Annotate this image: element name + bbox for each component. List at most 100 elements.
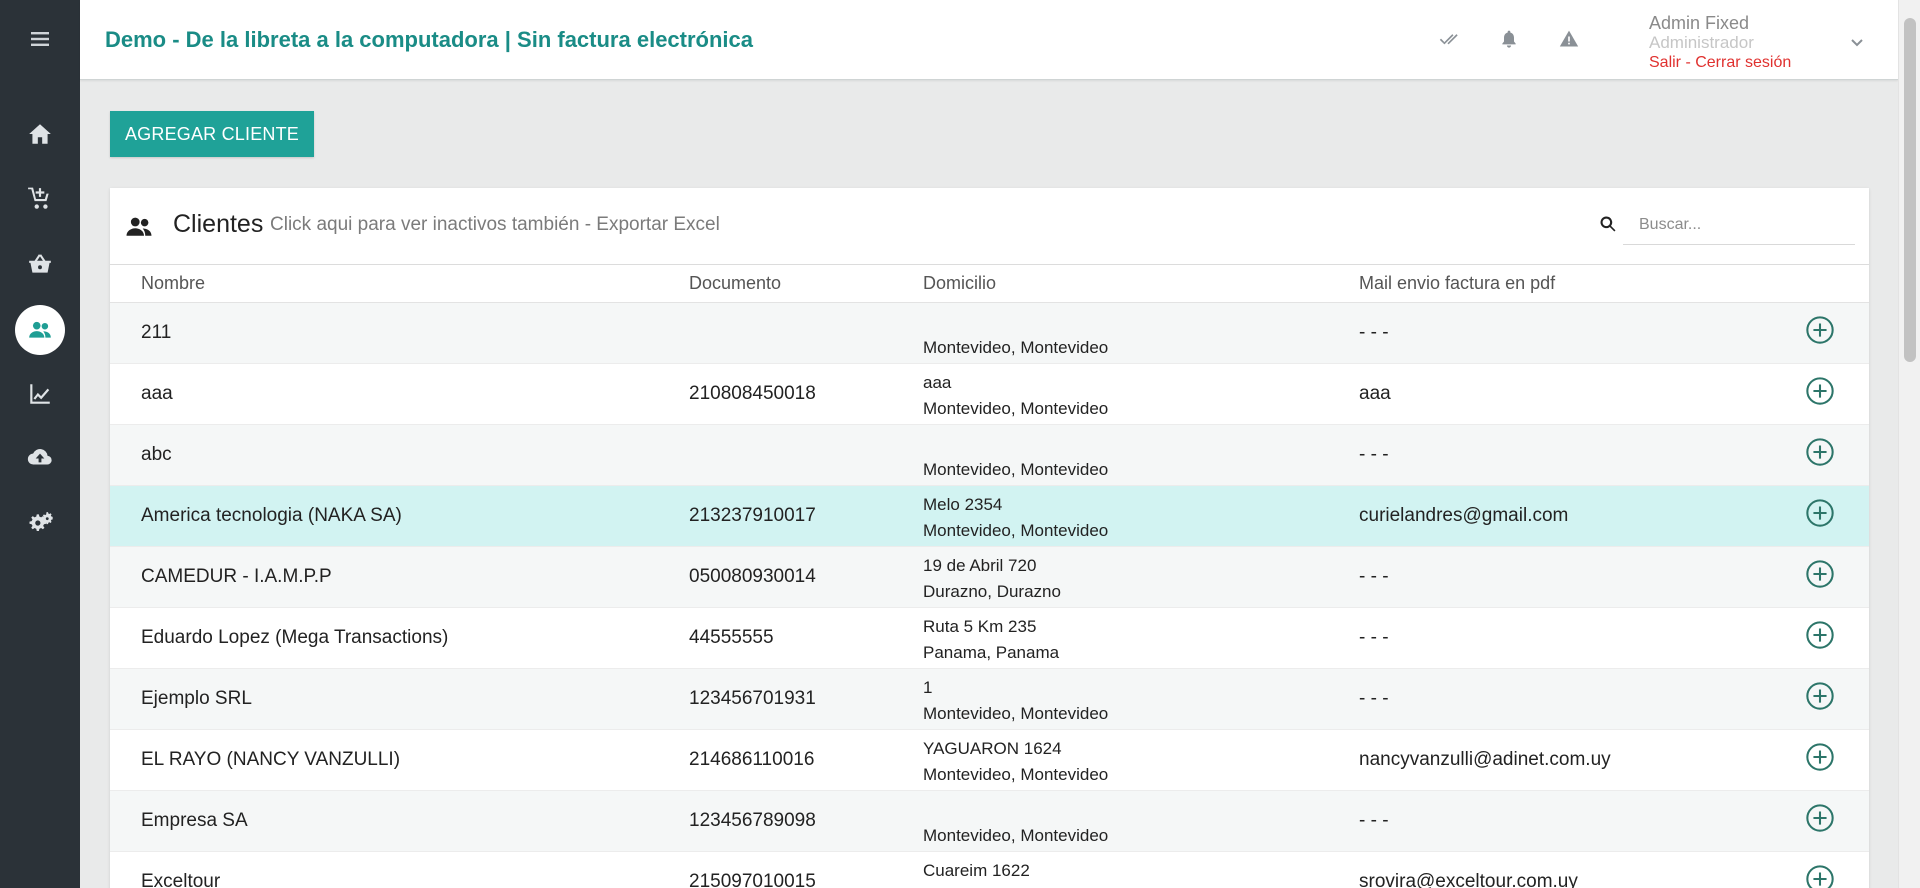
row-options-button[interactable] xyxy=(1804,558,1836,590)
table-row[interactable]: Empresa SA 123456789098 Montevideo, Montev… xyxy=(110,790,1869,852)
cell-actions xyxy=(1771,302,1869,364)
column-header-documento[interactable]: Documento xyxy=(658,265,892,303)
sidebar-item-clients[interactable] xyxy=(15,305,65,355)
cell-documento: 44555555 xyxy=(658,607,892,669)
top-header: Demo - De la libreta a la computadora | … xyxy=(80,0,1898,80)
plus-circle-icon xyxy=(1806,865,1834,888)
alerts-button[interactable] xyxy=(1556,26,1582,52)
cell-mail: - - - xyxy=(1328,424,1771,486)
plus-circle-icon xyxy=(1806,560,1834,588)
address-street: Ruta 5 Km 235 xyxy=(923,616,1037,636)
logout-link[interactable]: Salir - Cerrar sesión xyxy=(1649,52,1879,74)
address-street: 19 de Abril 720 xyxy=(923,555,1037,575)
sidebar-item-settings[interactable] xyxy=(15,498,65,548)
cell-documento: 123456701931 xyxy=(658,668,892,730)
cell-actions xyxy=(1771,668,1869,730)
address-city xyxy=(923,884,1328,888)
column-header-mail[interactable]: Mail envio factura en pdf xyxy=(1328,265,1771,303)
cart-add-icon xyxy=(28,187,49,209)
sidebar xyxy=(0,0,80,888)
address-city: Panama, Panama xyxy=(923,642,1060,662)
table-row[interactable]: Eduardo Lopez (Mega Transactions) 4455555… xyxy=(110,607,1869,669)
cell-nombre: Empresa SA xyxy=(110,790,658,852)
cell-domicilio: Melo 2354 Montevideo, Montevideo xyxy=(892,485,1328,547)
mark-read-button[interactable] xyxy=(1436,26,1462,52)
table-row[interactable]: aaa 210808450018 aaa Montevideo, Montevideo… xyxy=(110,363,1869,425)
plus-circle-icon xyxy=(1806,804,1834,832)
cell-documento: 214686110016 xyxy=(658,729,892,791)
address-street: YAGUARON 1624 xyxy=(923,738,1062,758)
cell-domicilio: Ruta 5 Km 235 Panama, Panama xyxy=(892,607,1328,669)
cell-domicilio: 19 de Abril 720 Durazno, Durazno xyxy=(892,546,1328,608)
cell-nombre: 211 xyxy=(110,302,658,364)
sidebar-item-home[interactable] xyxy=(15,109,65,159)
scrollbar-thumb[interactable] xyxy=(1904,18,1916,362)
row-options-button[interactable] xyxy=(1804,619,1836,651)
sidebar-item-sales[interactable] xyxy=(15,174,65,224)
column-header-actions xyxy=(1771,265,1869,303)
row-options-button[interactable] xyxy=(1804,497,1836,529)
cell-documento xyxy=(658,302,892,364)
cell-documento: 210808450018 xyxy=(658,363,892,425)
search-input[interactable] xyxy=(1623,205,1855,245)
address-city: Durazno, Durazno xyxy=(923,581,1061,601)
table-row[interactable]: EL RAYO (NANCY VANZULLI) 214686110016 YAGU… xyxy=(110,729,1869,791)
page-title: Demo - De la libreta a la computadora | … xyxy=(105,27,754,52)
table-row[interactable]: Ejemplo SRL 123456701931 1 Montevideo, Mont… xyxy=(110,668,1869,730)
address-city: Montevideo, Montevideo xyxy=(923,703,1109,723)
address-city: Montevideo, Montevideo xyxy=(923,398,1109,418)
table-row[interactable]: 211 Montevideo, Montevideo - - - xyxy=(110,302,1869,364)
add-client-button[interactable]: AGREGAR CLIENTE xyxy=(110,111,314,157)
bell-icon xyxy=(1502,30,1516,48)
page-scrollbar[interactable] xyxy=(1898,0,1920,888)
row-options-button[interactable] xyxy=(1804,863,1836,888)
cell-actions xyxy=(1771,363,1869,425)
sidebar-item-reports[interactable] xyxy=(15,369,65,419)
basket-icon xyxy=(29,254,51,273)
cell-nombre: America tecnologia (NAKA SA) xyxy=(110,485,658,547)
clients-card-header: Clientes Click aqui para ver inactivos t… xyxy=(110,188,1869,265)
address-city: Montevideo, Montevideo xyxy=(923,825,1109,845)
table-row[interactable]: Exceltour 215097010015 Cuareim 1622 srovira… xyxy=(110,851,1869,888)
address-street xyxy=(923,309,1328,335)
column-header-nombre[interactable]: Nombre xyxy=(110,265,658,303)
column-header-domicilio[interactable]: Domicilio xyxy=(892,265,1328,303)
table-row[interactable]: CAMEDUR - I.A.M.P.P 050080930014 19 de Abr… xyxy=(110,546,1869,608)
row-options-button[interactable] xyxy=(1804,375,1836,407)
users-icon xyxy=(124,212,154,242)
cell-mail: srovira@exceltour.com.uy xyxy=(1328,851,1771,888)
cell-mail: - - - xyxy=(1328,302,1771,364)
cell-documento: 215097010015 xyxy=(658,851,892,888)
row-options-button[interactable] xyxy=(1804,741,1836,773)
cell-documento xyxy=(658,424,892,486)
cell-nombre: Ejemplo SRL xyxy=(110,668,658,730)
cell-actions xyxy=(1771,790,1869,852)
address-street xyxy=(923,797,1328,823)
cell-documento: 050080930014 xyxy=(658,546,892,608)
cell-documento: 213237910017 xyxy=(658,485,892,547)
cell-actions xyxy=(1771,546,1869,608)
table-row[interactable]: America tecnologia (NAKA SA) 213237910017… xyxy=(110,485,1869,547)
table-row[interactable]: abc Montevideo, Montevideo - - - xyxy=(110,424,1869,486)
notifications-button[interactable] xyxy=(1496,26,1522,52)
sidebar-item-purchases[interactable] xyxy=(15,239,65,289)
user-menu[interactable]: Admin Fixed Administrador Salir - Cerrar… xyxy=(1649,12,1879,72)
cell-documento: 123456789098 xyxy=(658,790,892,852)
users-icon xyxy=(29,321,51,338)
user-role: Administrador xyxy=(1649,33,1754,52)
plus-circle-icon xyxy=(1806,438,1834,466)
row-options-button[interactable] xyxy=(1804,314,1836,346)
sidebar-item-upload[interactable] xyxy=(15,433,65,483)
cell-domicilio: Montevideo, Montevideo xyxy=(892,790,1328,852)
plus-circle-icon xyxy=(1806,377,1834,405)
row-options-button[interactable] xyxy=(1804,436,1836,468)
menu-toggle-button[interactable] xyxy=(0,14,80,64)
clients-card: Clientes Click aqui para ver inactivos t… xyxy=(110,188,1869,888)
cell-domicilio: aaa Montevideo, Montevideo xyxy=(892,363,1328,425)
row-options-button[interactable] xyxy=(1804,802,1836,834)
cell-actions xyxy=(1771,485,1869,547)
address-street: aaa xyxy=(923,372,952,392)
show-inactive-export-link[interactable]: Click aqui para ver inactivos también - … xyxy=(270,214,720,236)
row-options-button[interactable] xyxy=(1804,680,1836,712)
home-icon xyxy=(29,124,51,144)
